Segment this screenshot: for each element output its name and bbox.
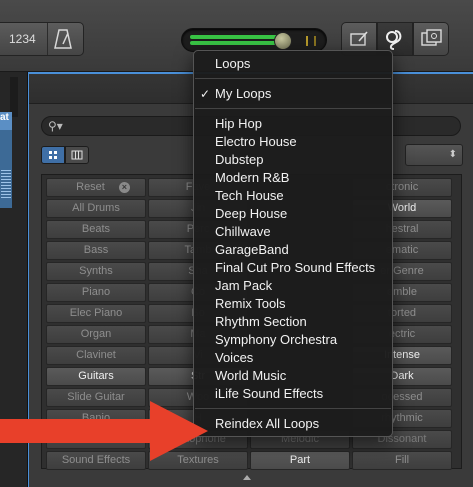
- menu-separator: [195, 78, 391, 79]
- menu-item-my-loops[interactable]: ✓ My Loops: [194, 85, 392, 103]
- level-meter-left: [190, 35, 286, 39]
- menu-separator: [195, 108, 391, 109]
- scale-popup[interactable]: ⬍: [405, 144, 463, 166]
- menu-item-loops[interactable]: Loops: [194, 55, 392, 73]
- count-in-button[interactable]: 1234: [0, 22, 84, 56]
- keyword-button[interactable]: All Drums: [46, 199, 146, 218]
- keyword-button[interactable]: Organ: [46, 325, 146, 344]
- menu-item-genre[interactable]: Electro House: [194, 133, 392, 151]
- menu-item-genre[interactable]: Modern R&B: [194, 169, 392, 187]
- menu-item-genre[interactable]: Jam Pack: [194, 277, 392, 295]
- annotation-arrow-icon: [0, 401, 208, 461]
- keyword-button[interactable]: Clavinet: [46, 346, 146, 365]
- menu-item-genre[interactable]: Dubstep: [194, 151, 392, 169]
- menu-item-genre[interactable]: Tech House: [194, 187, 392, 205]
- column-view-toggle[interactable]: [65, 146, 89, 164]
- keyword-button[interactable]: Piano: [46, 283, 146, 302]
- metronome-icon[interactable]: [53, 28, 73, 50]
- media-browser-button[interactable]: [413, 22, 449, 56]
- loops-dropdown-menu: Loops ✓ My Loops Hip Hop Electro House D…: [193, 50, 393, 437]
- keyword-button[interactable]: Elec Piano: [46, 304, 146, 323]
- menu-item-genre[interactable]: GarageBand: [194, 241, 392, 259]
- menu-item-genre[interactable]: Deep House: [194, 205, 392, 223]
- master-volume-slider[interactable]: [181, 28, 327, 52]
- menu-item-genre[interactable]: Rhythm Section: [194, 313, 392, 331]
- column-view-icon: [71, 150, 83, 160]
- level-meter-right: [190, 41, 286, 45]
- keyword-button[interactable]: Synths: [46, 262, 146, 281]
- menu-item-genre[interactable]: Hip Hop: [194, 115, 392, 133]
- chevron-updown-icon: ⬍: [448, 149, 457, 160]
- count-in-label: 1234: [9, 32, 36, 46]
- menu-item-genre[interactable]: Chillwave: [194, 223, 392, 241]
- keyword-button[interactable]: Fill: [352, 451, 452, 470]
- keyword-button[interactable]: Bass: [46, 241, 146, 260]
- region-label: at: [0, 112, 12, 130]
- keyword-button[interactable]: Part: [250, 451, 350, 470]
- keyword-button[interactable]: Beats: [46, 220, 146, 239]
- menu-item-genre[interactable]: World Music: [194, 367, 392, 385]
- menu-item-genre[interactable]: Remix Tools: [194, 295, 392, 313]
- button-view-icon: [49, 151, 57, 159]
- app-window: { "toolbar": { "count_in_label": "1234",…: [0, 0, 473, 487]
- menu-item-genre[interactable]: iLife Sound Effects: [194, 385, 392, 403]
- keyword-reset[interactable]: Reset ×: [46, 178, 146, 197]
- menu-separator: [195, 408, 391, 409]
- loop-browser-icon: [386, 30, 402, 50]
- keyword-button[interactable]: Guitars: [46, 367, 146, 386]
- menu-item-genre[interactable]: Voices: [194, 349, 392, 367]
- notepad-icon: [350, 31, 368, 46]
- menu-item-reindex-all-loops[interactable]: Reindex All Loops: [194, 415, 392, 433]
- resize-handle-icon[interactable]: [243, 475, 251, 480]
- search-icon: ⚲▾: [48, 119, 63, 133]
- checkmark-icon: ✓: [200, 87, 211, 101]
- menu-item-genre[interactable]: Symphony Orchestra: [194, 331, 392, 349]
- button-view-toggle[interactable]: [41, 146, 65, 164]
- waveform: [1, 170, 11, 198]
- volume-knob-icon[interactable]: [274, 32, 292, 50]
- media-browser-icon: [421, 29, 442, 46]
- close-icon[interactable]: ×: [118, 182, 130, 193]
- menu-item-genre[interactable]: Final Cut Pro Sound Effects: [194, 259, 392, 277]
